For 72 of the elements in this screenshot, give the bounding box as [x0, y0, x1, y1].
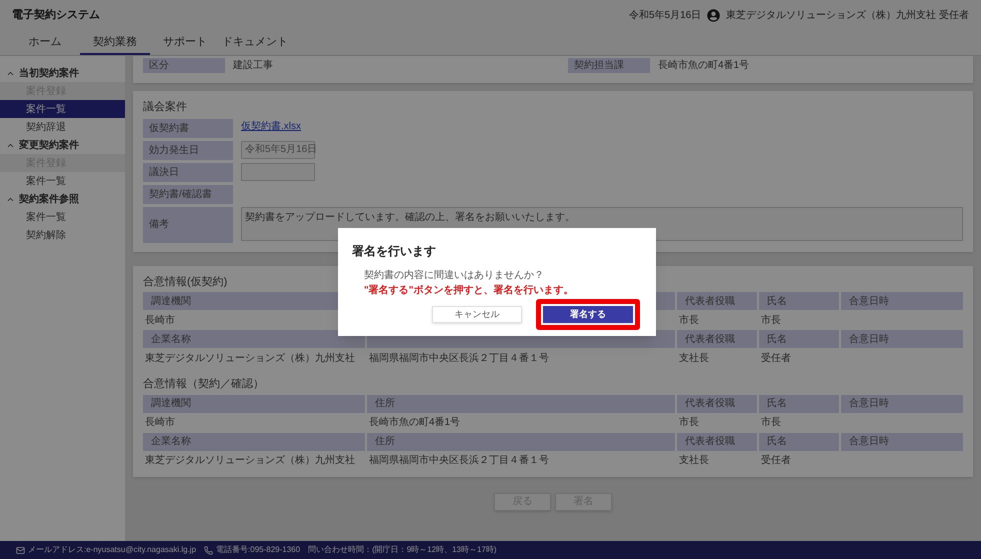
sidebar-group[interactable]: 当初契約案件	[0, 64, 125, 82]
field-label: 区分	[143, 58, 225, 73]
user-icon	[707, 8, 720, 22]
sidebar-group[interactable]: 契約案件参照	[0, 190, 125, 208]
table-cell-text: 福岡県福岡市中央区長浜２丁目４番１号	[369, 454, 549, 468]
field-value: 建設工事	[233, 58, 273, 73]
footer-text: 電話番号:095-829-1360	[216, 544, 300, 556]
sidebar-item[interactable]: 案件一覧	[0, 208, 125, 226]
table-cell-text: 福岡県福岡市中央区長浜２丁目４番１号	[369, 352, 549, 366]
file-link[interactable]: 仮契約書.xlsx	[241, 118, 301, 134]
dialog-message: 契約書の内容に間違いはありませんか？	[364, 268, 545, 283]
column-header: 氏名	[759, 394, 839, 412]
table-cell-text: 市長	[761, 314, 781, 328]
nav-tab[interactable]: サポート	[150, 31, 220, 55]
field-label: 仮契約書	[143, 118, 233, 138]
sidebar-group[interactable]: 変更契約案件	[0, 136, 125, 154]
column-header: 氏名	[759, 432, 839, 450]
column-header: 代表者役職	[677, 432, 757, 450]
footer-text: 問い合わせ時間：(開庁日：9時～12時、13時～17時)	[308, 544, 497, 556]
date-field[interactable]: 令和5年5月16日	[241, 140, 315, 158]
table-cell-text: 長崎市	[145, 314, 175, 328]
table-cell-text: 受任者	[761, 454, 791, 468]
field-value: 長崎市魚の町4番1号	[658, 58, 750, 73]
column-header: 合意日時	[841, 292, 963, 310]
column-header: 代表者役職	[677, 394, 757, 412]
field-label: 備考	[143, 206, 233, 242]
app-title: 電子契約システム	[12, 8, 100, 23]
date-field[interactable]	[241, 162, 315, 180]
table-cell-text: 東芝デジタルソリューションズ（株）九州支社	[145, 352, 355, 366]
date-text: 令和5年5月16日	[628, 8, 702, 22]
sidebar-item[interactable]: 案件一覧	[0, 172, 125, 190]
table-cell-text: 長崎市魚の町4番1号	[369, 416, 460, 430]
column-header: 住所	[367, 394, 675, 412]
column-header: 企業名称	[143, 432, 365, 450]
column-header: 氏名	[759, 330, 839, 348]
mail-icon	[16, 546, 25, 554]
column-header: 調達機関	[143, 394, 365, 412]
section-title: 合意情報（契約／確認）	[143, 377, 264, 392]
field-label: 議決日	[143, 162, 233, 182]
footer-text: メールアドレス:e-nyusatsu@city.nagasaki.lg.jp	[28, 544, 196, 556]
field-label: 契約書/確認書	[143, 184, 233, 204]
sign-button[interactable]: 署名する	[543, 306, 633, 323]
column-header: 代表者役職	[677, 292, 757, 310]
table-cell-text: 受任者	[761, 352, 791, 366]
table-cell-text: 市長	[679, 416, 699, 430]
sidebar-item[interactable]: 契約解除	[0, 226, 125, 244]
section-title: 合意情報(仮契約)	[143, 274, 228, 290]
column-header: 合意日時	[841, 432, 963, 450]
field-label: 効力発生日	[143, 140, 233, 160]
field-label: 契約担当課	[568, 58, 650, 73]
table-cell-text: 支社長	[679, 352, 709, 366]
table-cell-text: 長崎市	[145, 416, 175, 430]
column-header: 住所	[367, 432, 675, 450]
table-cell-text: 市長	[761, 416, 781, 430]
cancel-button[interactable]: キャンセル	[432, 306, 522, 323]
column-header: 氏名	[759, 292, 839, 310]
table-cell-text: 市長	[679, 314, 699, 328]
column-header: 合意日時	[841, 330, 963, 348]
column-header: 合意日時	[841, 394, 963, 412]
dialog-title: 署名を行います	[352, 243, 437, 260]
nav-tab[interactable]: ドキュメント	[220, 31, 290, 55]
dialog-warning: "署名する"ボタンを押すと、署名を行います。	[364, 284, 574, 298]
sidebar-item[interactable]: 案件一覧	[0, 100, 125, 118]
user-name: 東芝デジタルソリューションズ（株）九州支社 受任者	[726, 8, 969, 22]
section-title: 議会案件	[143, 100, 188, 115]
column-header: 企業名称	[143, 330, 365, 348]
sidebar-item[interactable]: 契約辞退	[0, 118, 125, 136]
phone-icon	[204, 546, 214, 554]
nav-tab[interactable]: ホーム	[10, 31, 80, 55]
table-cell-text: 東芝デジタルソリューションズ（株）九州支社	[145, 454, 355, 468]
column-header: 代表者役職	[677, 330, 757, 348]
table-cell-text: 支社長	[679, 454, 709, 468]
